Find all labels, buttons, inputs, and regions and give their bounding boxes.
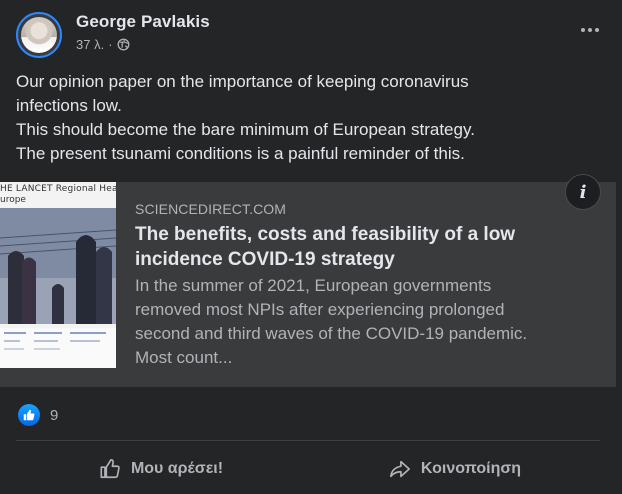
reactions-summary[interactable]: 9 [18,404,58,426]
more-options-button[interactable] [574,18,606,42]
thumbnail-illustration [0,208,116,324]
like-button-label: Μου αρέσει! [130,460,224,477]
link-description: In the summer of 2021, European governme… [135,274,605,370]
like-button[interactable]: Μου αρέσει! [16,450,306,488]
like-icon [18,404,40,426]
post-timestamp[interactable]: 37 λ. [76,37,104,52]
author-name[interactable]: George Pavlakis [76,12,210,32]
post-text-line: The present tsunami conditions is a pain… [16,144,465,163]
link-description-line: removed most NPIs after experiencing pro… [135,300,505,319]
thumbnail-journal-title: HE LANCET Regional Health [0,184,116,194]
post-text-line: infections low. [16,96,122,115]
link-thumbnail: HE LANCET Regional Health urope [0,182,116,368]
thumbnail-footer [0,328,116,368]
link-description-line: In the summer of 2021, European governme… [135,276,492,295]
avatar[interactable] [16,12,62,58]
share-button-label: Κοινοποίηση [420,460,522,477]
post-text: Our opinion paper on the importance of k… [16,70,606,166]
post-meta: 37 λ. · [76,37,130,52]
thumbs-up-icon [100,459,120,479]
more-options-icon-dot [588,28,592,32]
post-header: George Pavlakis 37 λ. · [16,12,606,58]
post-text-line: This should become the bare minimum of E… [16,120,475,139]
meta-separator: · [108,37,113,52]
post-text-line: Our opinion paper on the importance of k… [16,72,469,91]
link-title[interactable]: The benefits, costs and feasibility of a… [135,222,605,272]
more-options-icon-dot [595,28,599,32]
action-divider [16,440,600,441]
globe-icon [117,38,129,51]
link-description-line: Most count... [135,348,233,367]
reaction-count: 9 [50,406,59,424]
share-button[interactable]: Κοινοποίηση [310,450,600,488]
thumbnail-journal-subtitle: urope [0,195,26,205]
share-arrow-icon [389,460,410,478]
link-description-line: second and third waves of the COVID-19 p… [135,324,528,343]
more-options-icon-dot [581,28,585,32]
link-preview-card[interactable]: HE LANCET Regional Health urope SCIENCED… [0,182,616,387]
avatar-photo [21,17,57,53]
link-domain: SCIENCEDIRECT.COM [135,201,287,217]
info-icon[interactable]: i [565,174,601,210]
